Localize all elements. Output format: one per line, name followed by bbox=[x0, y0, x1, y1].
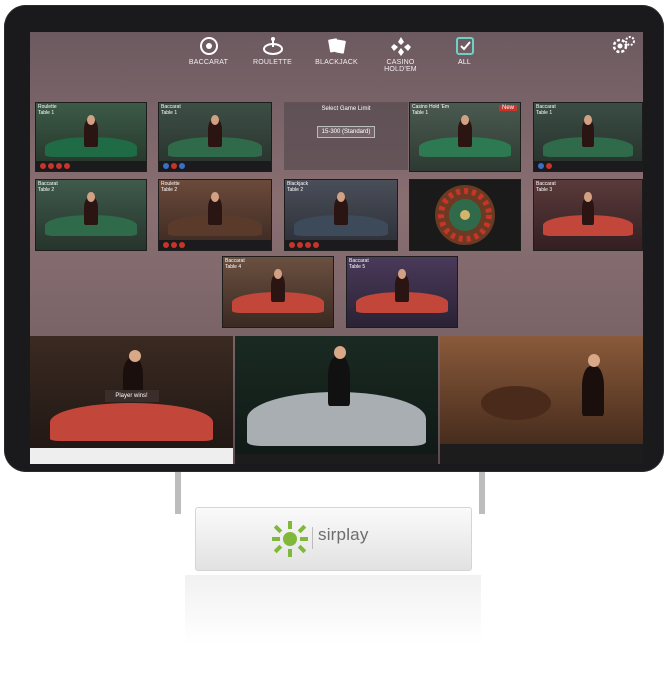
tab-roulette[interactable]: ROULETTE bbox=[244, 35, 302, 66]
new-badge: New bbox=[498, 105, 517, 111]
tab-all-label: ALL bbox=[457, 59, 472, 66]
roulette-icon bbox=[262, 37, 283, 55]
tab-baccarat[interactable]: BACCARAT bbox=[180, 35, 238, 66]
lobby-screen: BACCARAT ROULETTE BLACKJACK CASINO HOLD'… bbox=[30, 32, 643, 464]
dealer-figure bbox=[582, 366, 605, 416]
game-tile-baccarat[interactable]: Baccarat Table 4 bbox=[222, 256, 334, 328]
game-category-nav: BACCARAT ROULETTE BLACKJACK CASINO HOLD'… bbox=[30, 32, 643, 73]
bet-grid bbox=[440, 444, 643, 464]
gear-icon[interactable] bbox=[611, 34, 637, 56]
dealer-head bbox=[588, 354, 601, 367]
tile-subtitle: Table 2 bbox=[287, 187, 304, 193]
baccarat-icon bbox=[199, 37, 218, 55]
tile-subtitle: Table 1 bbox=[412, 110, 429, 116]
brand-base: sirplay bbox=[195, 507, 472, 571]
limit-popup-heading: Select Game Limit bbox=[321, 106, 371, 112]
game-tile-blackjack[interactable]: Blackjack Table 2 bbox=[284, 179, 398, 251]
all-checkbox-icon bbox=[455, 37, 474, 55]
game-limit-popup[interactable]: Select Game Limit 15-300 (Standard) bbox=[284, 102, 408, 170]
tab-all[interactable]: ALL bbox=[436, 35, 494, 66]
bet-bar bbox=[235, 454, 438, 464]
featured-baccarat-view[interactable]: Player wins! bbox=[30, 336, 233, 464]
tile-subtitle: Table 3 bbox=[536, 187, 553, 193]
tile-subtitle: Table 5 bbox=[349, 264, 366, 270]
roulette-wheel bbox=[480, 386, 551, 420]
game-tile-roulette[interactable]: Roulette Table 2 bbox=[158, 179, 272, 251]
logo-separator bbox=[312, 527, 313, 549]
game-tile-baccarat[interactable]: Baccarat Table 1 bbox=[158, 102, 272, 172]
game-tile-baccarat[interactable]: Baccarat Table 5 bbox=[346, 256, 458, 328]
roulette-wheel-icon bbox=[435, 185, 495, 245]
tab-casino-holdem-label: CASINO HOLD'EM bbox=[384, 59, 417, 73]
tab-blackjack[interactable]: BLACKJACK bbox=[308, 35, 366, 66]
player-wins-banner: Player wins! bbox=[104, 390, 159, 402]
game-tile-baccarat[interactable]: Baccarat Table 1 bbox=[533, 102, 643, 172]
sirplay-logo-icon bbox=[272, 521, 308, 557]
game-tile-roulette[interactable]: Roulette Table 1 bbox=[35, 102, 147, 172]
featured-roulette-view[interactable] bbox=[440, 336, 643, 464]
game-tile-baccarat[interactable]: Baccarat Table 3 bbox=[533, 179, 643, 251]
tile-subtitle: Table 1 bbox=[161, 110, 178, 116]
tab-baccarat-label: BACCARAT bbox=[188, 59, 229, 66]
casino-holdem-icon bbox=[390, 37, 411, 56]
game-tile-baccarat[interactable]: Baccarat Table 2 bbox=[35, 179, 147, 251]
brand-name: sirplay bbox=[318, 525, 369, 544]
featured-blackjack-view[interactable] bbox=[235, 336, 438, 464]
tile-subtitle: Table 2 bbox=[38, 187, 55, 193]
dealer-figure bbox=[328, 356, 351, 406]
tab-casino-holdem[interactable]: CASINO HOLD'EM bbox=[372, 35, 430, 73]
blackjack-icon bbox=[327, 38, 346, 54]
tab-roulette-label: ROULETTE bbox=[253, 59, 292, 66]
scoreboard bbox=[30, 448, 233, 464]
base-reflection bbox=[185, 575, 481, 645]
tile-subtitle: Table 2 bbox=[161, 187, 178, 193]
tile-subtitle: Table 1 bbox=[536, 110, 553, 116]
monitor-frame: BACCARAT ROULETTE BLACKJACK CASINO HOLD'… bbox=[4, 5, 664, 472]
game-tile-roulette-wheel[interactable] bbox=[409, 179, 521, 251]
tile-subtitle: Table 4 bbox=[225, 264, 242, 270]
tile-subtitle: Table 1 bbox=[38, 110, 55, 116]
limit-option[interactable]: 15-300 (Standard) bbox=[316, 126, 376, 138]
tab-blackjack-label: BLACKJACK bbox=[315, 59, 358, 66]
game-tile-casino-holdem[interactable]: New Casino Hold 'Em Table 1 bbox=[409, 102, 521, 172]
